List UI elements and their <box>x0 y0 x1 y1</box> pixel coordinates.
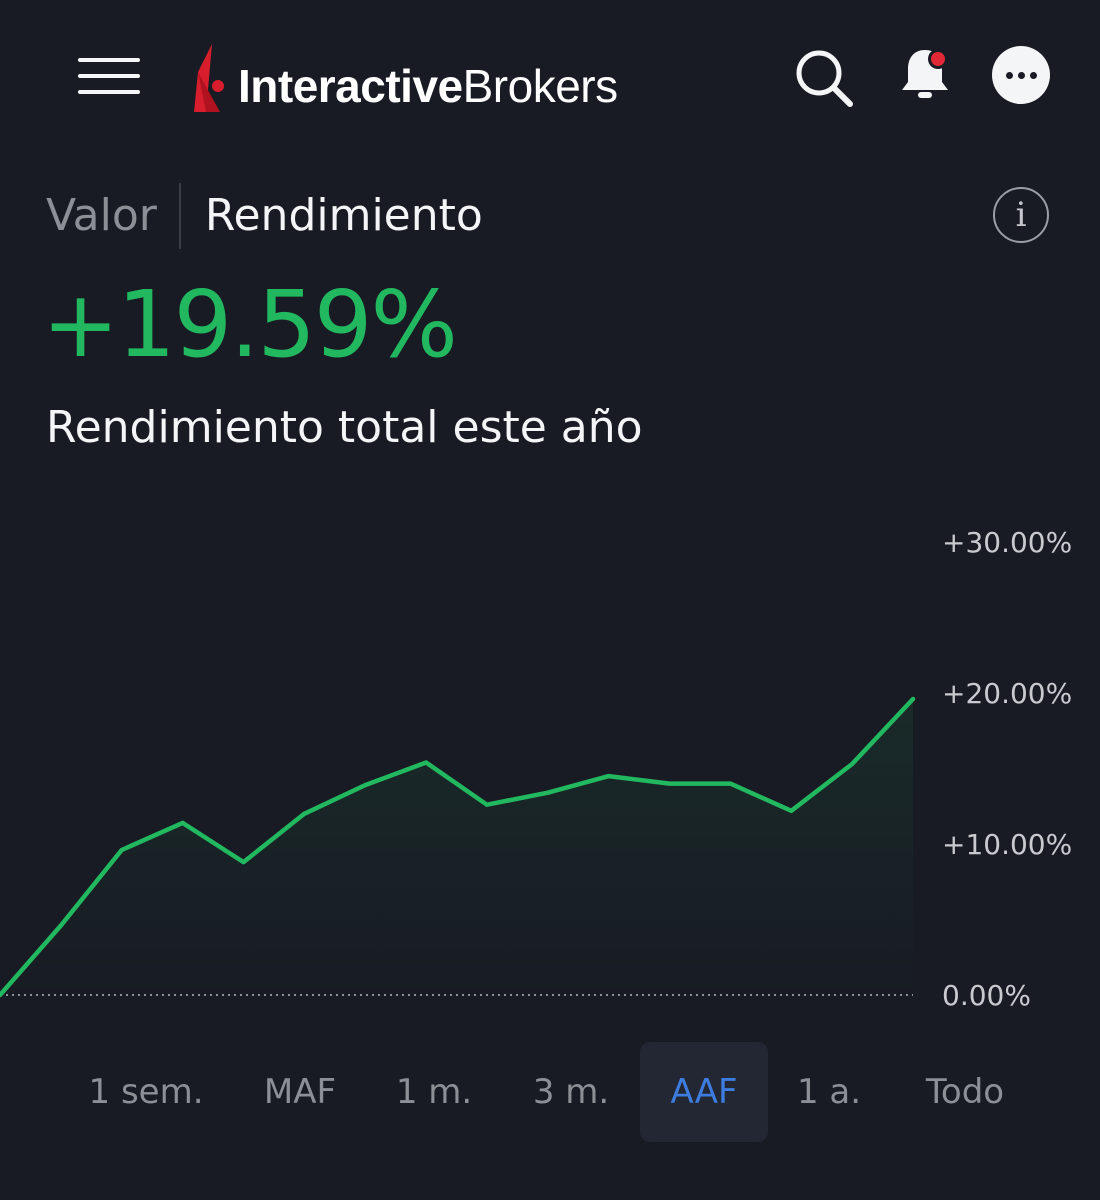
logo-text-light: Brokers <box>462 60 618 112</box>
y-tick-label: +10.00% <box>942 828 1072 861</box>
range-1-year[interactable]: 1 a. <box>786 1042 872 1142</box>
view-tabs: Valor Rendimiento <box>46 183 483 249</box>
chart-point-14 <box>850 762 855 766</box>
menu-icon[interactable] <box>74 52 146 102</box>
app-logo: InteractiveBrokers <box>190 40 618 116</box>
logo-wordmark: InteractiveBrokers <box>238 63 618 109</box>
chart-area-fill <box>0 699 913 995</box>
logo-text-bold: Interactive <box>238 60 463 112</box>
chart-point-7 <box>424 760 429 765</box>
range-3-months[interactable]: 3 m. <box>520 1042 622 1142</box>
y-tick-label: +30.00% <box>942 526 1072 559</box>
range-1-week[interactable]: 1 sem. <box>88 1042 204 1142</box>
more-options-icon[interactable] <box>992 46 1050 104</box>
chart-point-9 <box>545 790 550 795</box>
chart-point-11 <box>667 781 672 786</box>
chart-point-1 <box>58 923 63 928</box>
tab-rendimiento[interactable]: Rendimiento <box>181 183 483 249</box>
range-year-to-date[interactable]: AAF <box>640 1042 768 1142</box>
total-return-value: +19.59% <box>42 271 458 378</box>
total-return-label: Rendimiento total este año <box>46 402 643 453</box>
chart-point-6 <box>363 783 368 788</box>
info-icon[interactable]: i <box>993 187 1049 243</box>
notification-dot <box>931 52 945 66</box>
top-bar: InteractiveBrokers <box>0 0 1100 160</box>
performance-chart: +30.00% +20.00% +10.00% 0.00% <box>0 526 1072 1012</box>
notifications-bell-icon[interactable] <box>892 42 958 108</box>
app-screen: InteractiveBrokers Valor Rendimiento i +… <box>0 0 1100 1200</box>
chart-point-4 <box>241 860 246 865</box>
time-range-selector: 1 sem. MAF 1 m. 3 m. AAF 1 a. Todo <box>0 1042 1100 1142</box>
chart-point-2 <box>119 848 124 852</box>
range-all[interactable]: Todo <box>910 1042 1020 1142</box>
chart-point-13 <box>789 808 794 813</box>
chart-point-8 <box>484 802 489 807</box>
range-month-to-date[interactable]: MAF <box>252 1042 348 1142</box>
chart-point-3 <box>180 820 185 825</box>
chart-point-10 <box>606 774 611 779</box>
interactive-brokers-logo-icon <box>194 44 224 112</box>
y-tick-label: 0.00% <box>942 979 1031 1012</box>
chart-point-15 <box>911 697 915 701</box>
y-tick-label: +20.00% <box>942 677 1072 710</box>
range-1-month[interactable]: 1 m. <box>384 1042 484 1142</box>
chart-point-5 <box>302 811 307 816</box>
search-icon[interactable] <box>792 46 856 110</box>
tab-valor[interactable]: Valor <box>46 183 179 249</box>
chart-point-12 <box>728 781 733 786</box>
